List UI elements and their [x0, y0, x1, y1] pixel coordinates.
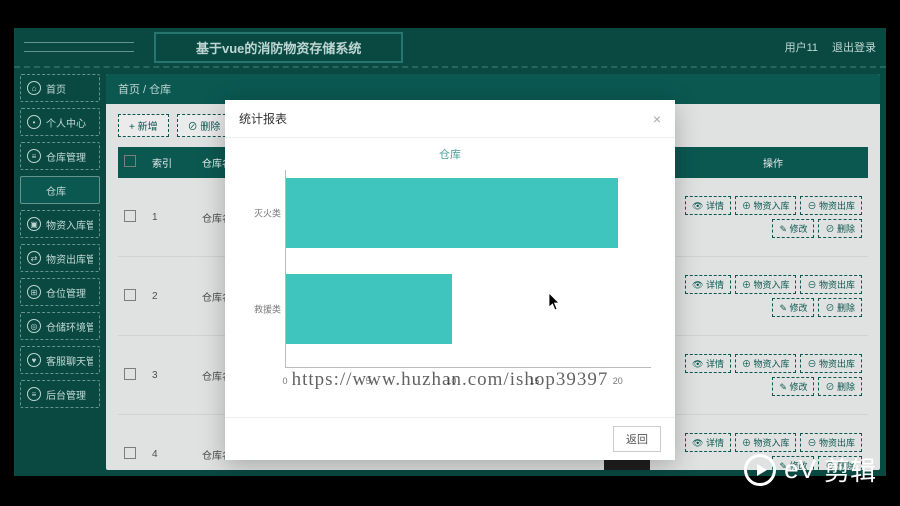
chart-title: 仓库	[239, 146, 661, 162]
modal-header: 统计报表 ×	[225, 100, 675, 138]
bar-chart: 灭火类救援类 0 5 10 15 20	[239, 170, 661, 390]
close-icon[interactable]: ×	[653, 111, 661, 127]
x-axis-label: 10	[446, 376, 456, 386]
chart-bar	[286, 178, 618, 248]
y-axis-label: 灭火类	[239, 207, 281, 220]
back-button[interactable]: 返回	[613, 426, 661, 452]
stats-modal: 统计报表 × 仓库 灭火类救援类 0 5 10 15 20 返回	[225, 100, 675, 460]
x-axis-label: 15	[530, 376, 540, 386]
chart-bar	[286, 274, 452, 344]
modal-title: 统计报表	[239, 110, 287, 127]
x-axis-label: 20	[613, 376, 623, 386]
modal-body: 仓库 灭火类救援类 0 5 10 15 20	[225, 138, 675, 417]
modal-footer: 返回	[225, 417, 675, 460]
y-axis-label: 救援类	[239, 303, 281, 316]
plot-area	[285, 170, 651, 368]
x-axis-label: 5	[366, 376, 371, 386]
x-axis-label: 0	[282, 376, 287, 386]
